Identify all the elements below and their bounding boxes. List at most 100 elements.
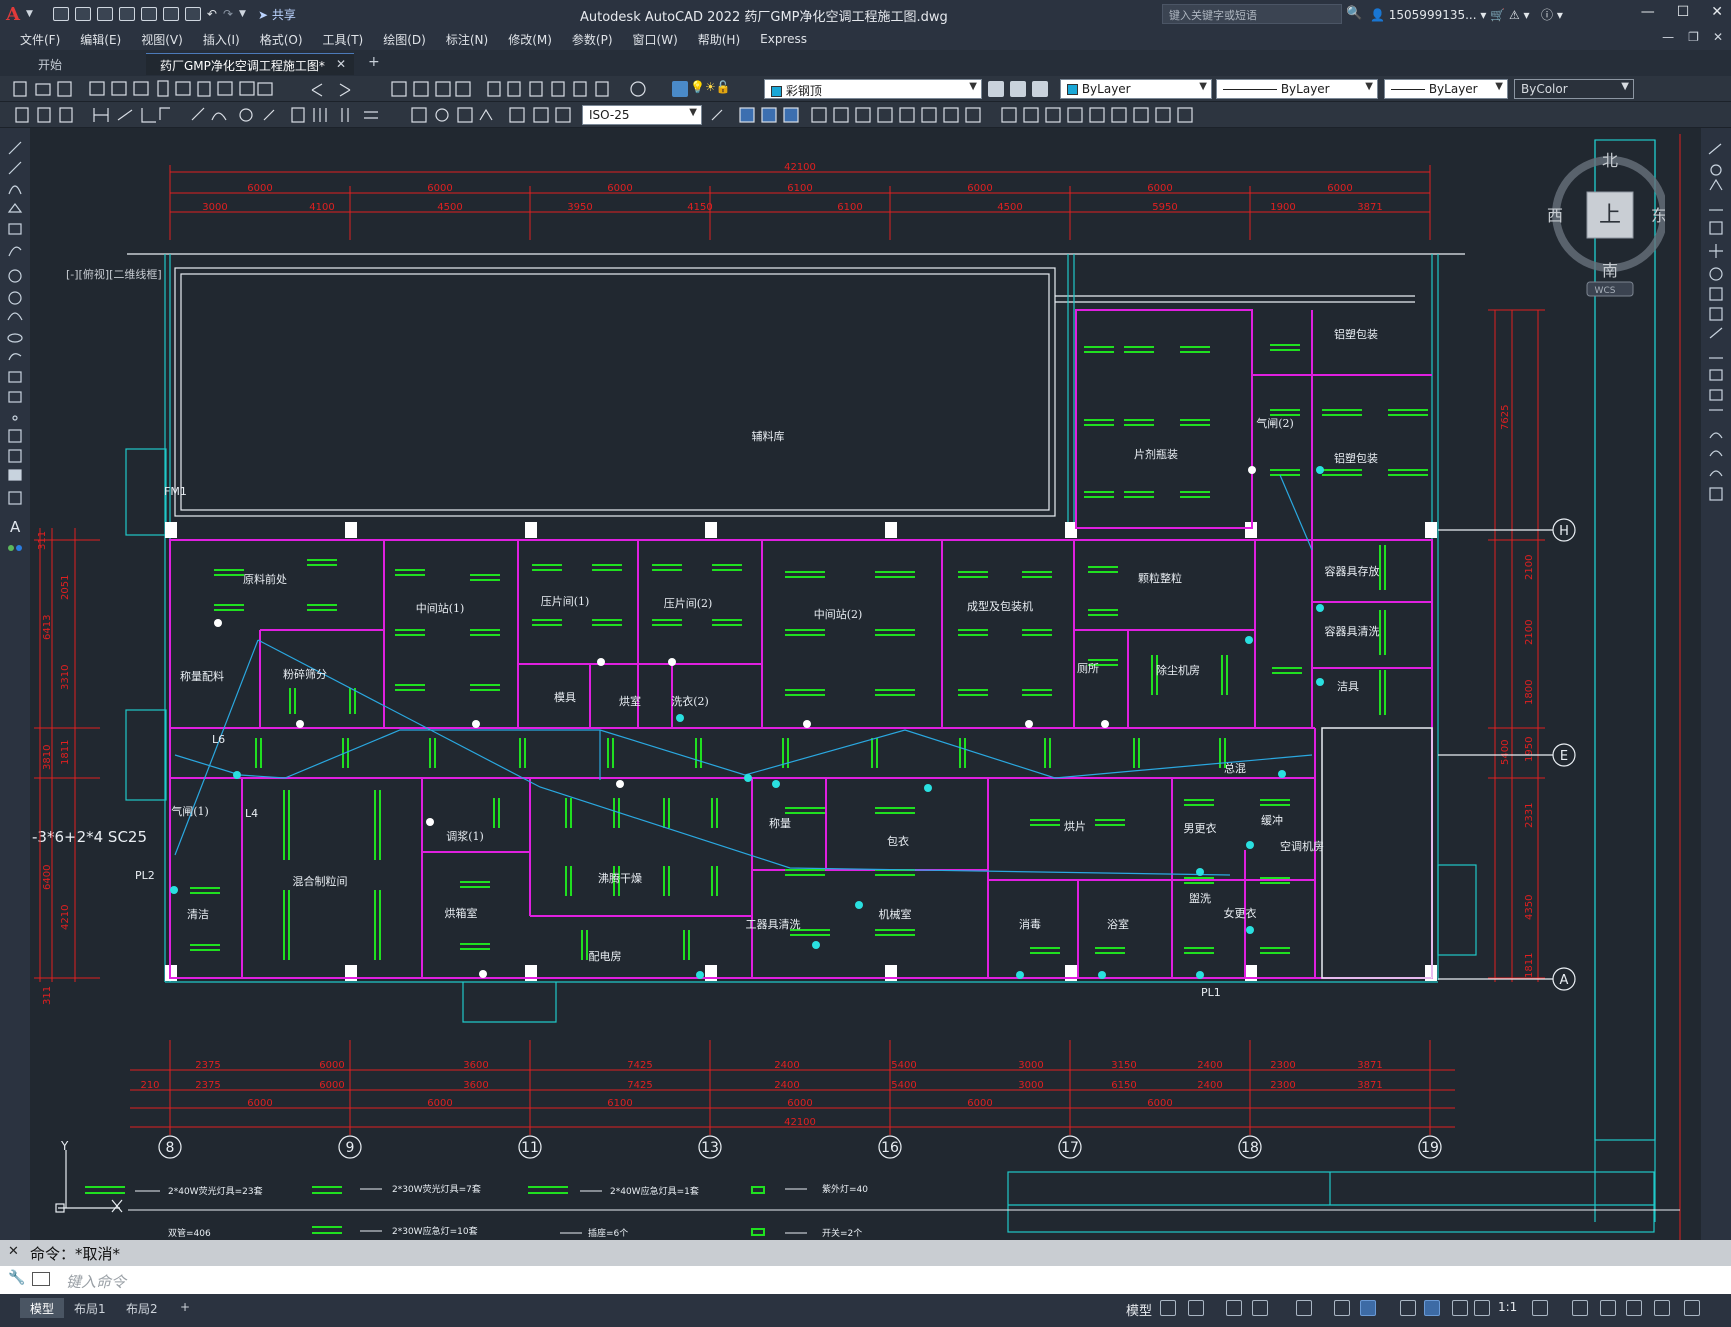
dimstyle-dropdown[interactable]: ISO-25 ▼ <box>582 105 702 125</box>
menu-express[interactable]: Express <box>750 32 817 46</box>
command-line[interactable]: 🔧 键入命令 <box>0 1266 1731 1294</box>
osnap-icon[interactable] <box>1296 1300 1312 1316</box>
ortho-icon[interactable] <box>1226 1300 1242 1316</box>
doc-restore-icon[interactable]: ❐ <box>1688 30 1699 44</box>
customization-menu-icon[interactable] <box>1684 1300 1700 1316</box>
plus-icon[interactable] <box>1572 1300 1588 1316</box>
plot-icon[interactable] <box>184 7 201 21</box>
layer-match-icon[interactable] <box>1010 81 1026 97</box>
dim-text: 5400 <box>1500 740 1511 765</box>
layer-state-icons[interactable]: 💡☀🔓 <box>690 80 731 94</box>
cube-top-face[interactable]: 上 <box>1599 203 1621 228</box>
compass-south[interactable]: 南 <box>1602 261 1618 280</box>
menu-draw[interactable]: 绘图(D) <box>373 31 436 48</box>
menu-window[interactable]: 窗口(W) <box>623 31 688 48</box>
lineweight-dropdown[interactable]: ByLayer ▼ <box>1384 79 1508 99</box>
layout-tab-model[interactable]: 模型 <box>20 1298 65 1318</box>
autocad-logo[interactable]: A <box>6 4 20 25</box>
layer-dropdown[interactable]: 彩钢顶 ▼ <box>764 79 982 99</box>
compass-west[interactable]: 西 <box>1547 206 1563 225</box>
grid-label: 11 <box>521 1140 539 1156</box>
minimize-button[interactable]: — <box>1641 4 1655 20</box>
layer-previous-icon[interactable] <box>1032 81 1048 97</box>
menu-parametric[interactable]: 参数(P) <box>562 31 623 48</box>
snap-icon[interactable] <box>1188 1300 1204 1316</box>
modify-palette-icons[interactable] <box>1701 138 1731 558</box>
compass-east[interactable]: 东 <box>1651 206 1665 225</box>
otrack-icon[interactable] <box>1334 1300 1350 1316</box>
tab-start[interactable]: 开始 <box>24 53 144 75</box>
polar-icon[interactable] <box>1252 1300 1268 1316</box>
command-input[interactable]: 键入命令 <box>66 1271 126 1292</box>
layout-tab-2[interactable]: 布局2 <box>116 1298 168 1318</box>
open-icon[interactable] <box>74 7 91 21</box>
dynamic-ucs-icon[interactable] <box>1424 1300 1440 1316</box>
view-cube[interactable]: 上 北 南 东 西 WCS <box>1545 150 1665 300</box>
user-account[interactable]: 👤 1505999135... ▾ 🛒 ⚠ ▾ ⓘ ▾ <box>1370 6 1563 23</box>
doc-close-icon[interactable]: ✕ <box>1713 30 1723 44</box>
menu-modify[interactable]: 修改(M) <box>498 31 562 48</box>
menu-dimension[interactable]: 标注(N) <box>436 31 498 48</box>
save-icon[interactable] <box>96 7 113 21</box>
close-tab-icon[interactable]: ✕ <box>336 57 346 71</box>
room-label: 容器具清洗 <box>1325 624 1380 638</box>
hardware-acceleration-icon[interactable] <box>1626 1300 1642 1316</box>
open-web-icon[interactable] <box>140 7 157 21</box>
share-button[interactable]: ➤ 共享 <box>258 6 296 23</box>
search-input[interactable]: 键入关键字或短语 <box>1162 4 1342 24</box>
model-space-toggle[interactable]: 模型 <box>1126 1300 1152 1319</box>
layer-properties-icon[interactable] <box>672 81 688 97</box>
annotation-scale-value[interactable]: 1:1 <box>1498 1300 1517 1314</box>
room-label: 工器具清洗 <box>746 918 801 931</box>
customize-chevron-icon[interactable]: ▼ <box>239 9 246 19</box>
save-as-icon[interactable] <box>118 7 135 21</box>
search-icon[interactable]: 🔍 <box>1346 6 1362 21</box>
new-icon[interactable] <box>52 7 69 21</box>
maximize-button[interactable]: ☐ <box>1677 4 1690 20</box>
modify-tool-icons[interactable] <box>706 102 1226 128</box>
close-command-icon[interactable]: ✕ <box>8 1244 19 1259</box>
drawing-canvas[interactable]: 42100 6000 6000 6000 6100 6000 6000 6000… <box>30 128 1701 1240</box>
grid-icon[interactable] <box>1160 1300 1176 1316</box>
plotstyle-dropdown[interactable]: ByColor ▼ <box>1514 79 1634 99</box>
autocad-window: { "titlebar": { "logo": "A", "share": "共… <box>0 0 1731 1327</box>
save-web-icon[interactable] <box>162 7 179 21</box>
workspace-gear-icon[interactable] <box>1532 1300 1548 1316</box>
menu-help[interactable]: 帮助(H) <box>688 31 750 48</box>
redo-icon[interactable]: ↷ <box>223 7 233 21</box>
compass-north[interactable]: 北 <box>1602 151 1618 170</box>
color-dropdown[interactable]: ByLayer ▼ <box>1060 79 1212 99</box>
make-current-icon[interactable] <box>988 81 1004 97</box>
floor-plan-drawing[interactable]: 42100 6000 6000 6000 6100 6000 6000 6000… <box>30 128 1701 1240</box>
doc-minimize-icon[interactable]: — <box>1662 30 1674 44</box>
view-cube-graphic[interactable]: 上 北 南 东 西 WCS <box>1545 150 1665 300</box>
dimension-tool-icons[interactable] <box>0 102 580 128</box>
undo-icon[interactable]: ↶ <box>207 7 217 21</box>
menu-tools[interactable]: 工具(T) <box>313 31 374 48</box>
dim-text: 5400 <box>891 1060 916 1071</box>
ucs-menu[interactable]: WCS <box>1595 286 1616 296</box>
layout-tab-1[interactable]: 布局1 <box>64 1298 116 1318</box>
menu-file[interactable]: 文件(F) <box>10 31 70 48</box>
tab-drawing[interactable]: 药厂GMP净化空调工程施工图* ✕ <box>146 53 354 75</box>
app-menu-chevron-icon[interactable]: ▼ <box>26 9 33 19</box>
menu-format[interactable]: 格式(O) <box>250 31 313 48</box>
menu-view[interactable]: 视图(V) <box>131 31 193 48</box>
standard-tool-icons[interactable] <box>0 76 680 102</box>
close-button[interactable]: ✕ <box>1711 4 1723 20</box>
annotation-scale-icon[interactable] <box>1474 1300 1490 1316</box>
customize-wrench-icon[interactable]: 🔧 <box>8 1270 25 1286</box>
clean-screen-icon[interactable] <box>1654 1300 1670 1316</box>
draw-tool-icons[interactable]: A <box>0 138 30 598</box>
command-prompt-icon[interactable] <box>32 1272 50 1286</box>
menu-insert[interactable]: 插入(I) <box>193 31 250 48</box>
isolate-icon[interactable] <box>1600 1300 1616 1316</box>
linetype-dropdown[interactable]: ByLayer ▼ <box>1216 79 1378 99</box>
selection-cycling-icon[interactable] <box>1360 1300 1376 1316</box>
add-layout-button[interactable]: + <box>170 1298 200 1318</box>
new-tab-button[interactable]: + <box>368 54 380 70</box>
viewport-controls-label[interactable]: [-][俯视][二维线框] <box>66 266 162 282</box>
lineweight-icon[interactable] <box>1400 1300 1416 1316</box>
menu-edit[interactable]: 编辑(E) <box>70 31 131 48</box>
annotation-visibility-icon[interactable] <box>1452 1300 1468 1316</box>
